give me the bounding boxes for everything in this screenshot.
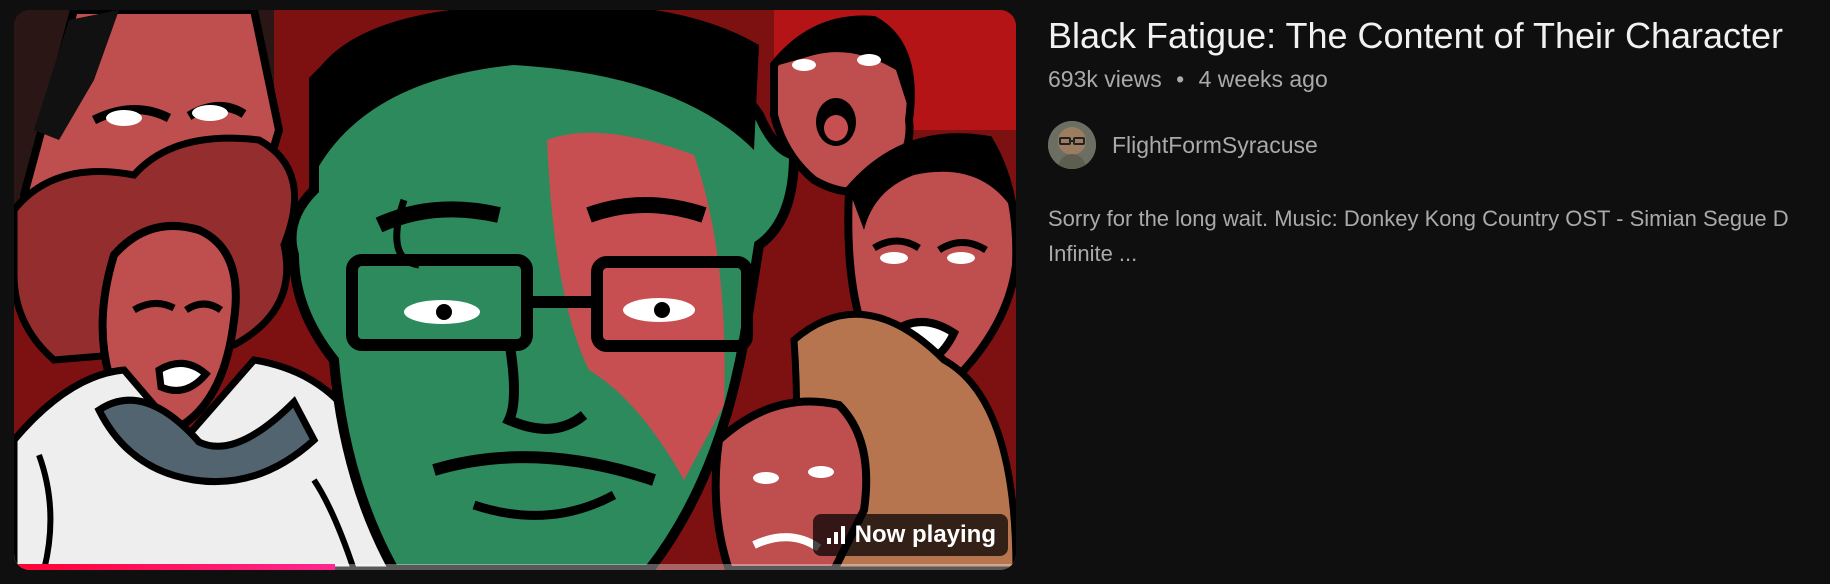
view-count: 693k views [1048, 66, 1162, 92]
video-metadata: Black Fatigue: The Content of Their Char… [1048, 0, 1830, 584]
channel-avatar-face-icon [1048, 121, 1096, 169]
now-playing-label: Now playing [854, 521, 996, 548]
video-stats: 693k views • 4 weeks ago [1048, 64, 1328, 94]
watch-progress-bar [14, 564, 1016, 570]
channel-name[interactable]: FlightFormSyracuse [1112, 130, 1318, 160]
equalizer-bars-icon [826, 526, 845, 544]
video-title[interactable]: Black Fatigue: The Content of Their Char… [1048, 14, 1783, 58]
channel-link[interactable]: FlightFormSyracuse [1048, 121, 1318, 169]
video-thumbnail[interactable]: Now playing [14, 10, 1016, 570]
video-description: Sorry for the long wait. Music: Donkey K… [1048, 201, 1830, 271]
now-playing-badge: Now playing [812, 514, 1008, 556]
publish-age: 4 weeks ago [1198, 66, 1328, 92]
thumbnail-illustration [14, 10, 1016, 570]
description-line: Sorry for the long wait. Music: Donkey K… [1048, 206, 1789, 231]
video-result-row[interactable]: Now playing Black Fatigue: The Content o… [0, 0, 1830, 584]
description-line: Infinite ... [1048, 241, 1138, 266]
meta-separator: • [1176, 66, 1185, 92]
watch-progress-fill [14, 564, 335, 570]
channel-avatar[interactable] [1048, 121, 1096, 169]
